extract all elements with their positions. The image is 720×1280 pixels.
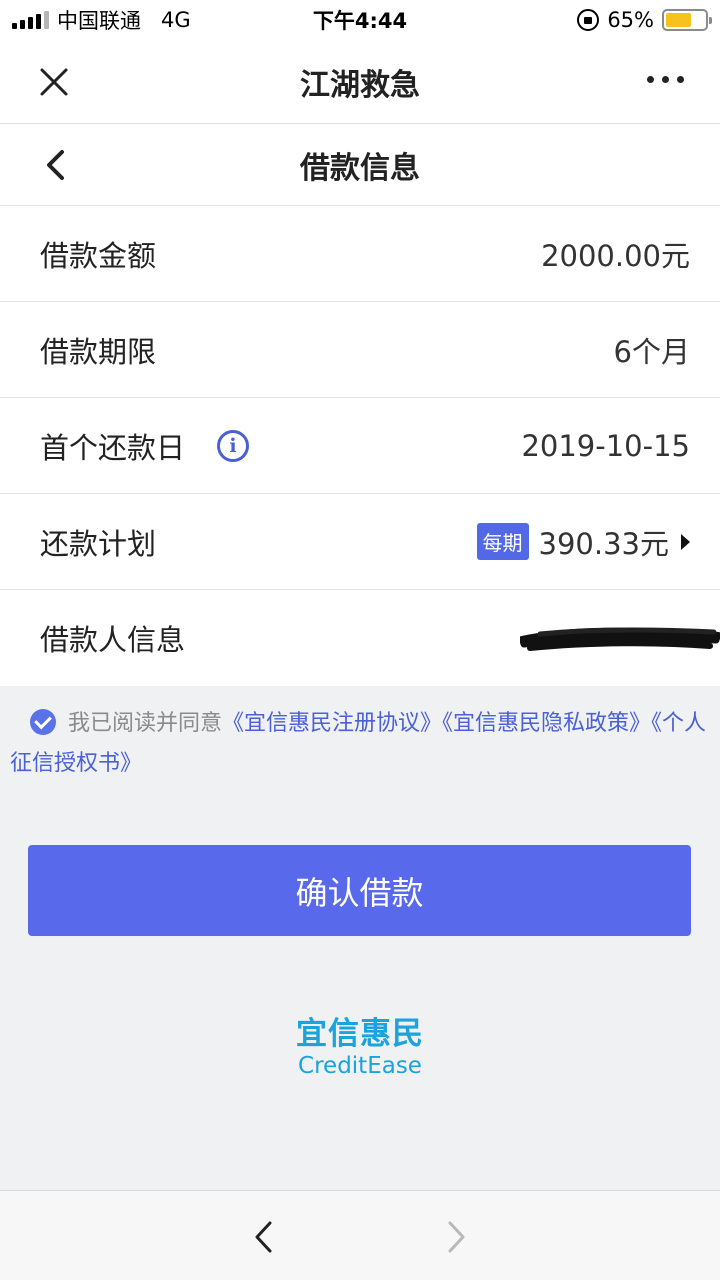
- agreement-text: 我已阅读并同意《宜信惠民注册协议》《宜信惠民隐私政策》《个人征信授权书》: [10, 704, 710, 784]
- info-icon[interactable]: i: [217, 429, 250, 462]
- repayment-plan-label: 还款计划: [40, 526, 157, 561]
- status-bar: 中国联通 4G 下午4:44 65%: [0, 0, 720, 40]
- repayment-plan-row[interactable]: 还款计划 每期 390.33元: [0, 494, 720, 590]
- loan-amount-row: 借款金额 2000.00元: [0, 206, 720, 302]
- status-right: 65%: [577, 0, 712, 40]
- nav-forward-icon[interactable]: [444, 1219, 468, 1255]
- page-header: 借款信息: [0, 124, 720, 206]
- more-icon[interactable]: [647, 76, 684, 83]
- confirm-loan-button[interactable]: 确认借款: [28, 845, 691, 936]
- loan-amount-value: 2000.00元: [541, 238, 690, 273]
- app-header: 江湖救急: [0, 40, 720, 124]
- close-icon[interactable]: [38, 66, 70, 98]
- back-icon[interactable]: [42, 146, 70, 184]
- registration-agreement-link[interactable]: 《宜信惠民注册协议》: [222, 711, 442, 736]
- first-due-value: 2019-10-15: [521, 428, 690, 463]
- borrower-info-row: 借款人信息: [0, 590, 720, 686]
- nav-back-icon[interactable]: [252, 1219, 276, 1255]
- borrower-info-label: 借款人信息: [40, 623, 186, 657]
- battery-fill: [666, 13, 691, 27]
- loan-amount-label: 借款金额: [40, 238, 157, 273]
- first-due-label-group: 首个还款日 i: [40, 425, 250, 467]
- network-type: 4G: [161, 8, 191, 32]
- loan-info-list: 借款金额 2000.00元 借款期限 6个月 首个还款日 i 2019-10-1…: [0, 206, 720, 686]
- first-due-row: 首个还款日 i 2019-10-15: [0, 398, 720, 494]
- check-icon[interactable]: [30, 709, 56, 735]
- repayment-plan-value-group: 每期 390.33元: [476, 521, 690, 563]
- repayment-plan-value: 390.33元: [538, 526, 669, 561]
- agreement-prefix: 我已阅读并同意: [68, 711, 223, 736]
- rotation-lock-icon: [577, 9, 600, 31]
- signal-icon: [12, 11, 49, 29]
- brand-name-en: CreditEase: [298, 1053, 422, 1079]
- privacy-policy-link[interactable]: 《宜信惠民隐私政策》: [442, 711, 651, 736]
- page-title: 借款信息: [300, 150, 420, 186]
- brand-logo: 宜信惠民 CreditEase: [0, 1008, 720, 1079]
- loan-term-row: 借款期限 6个月: [0, 302, 720, 398]
- loan-term-value: 6个月: [613, 334, 690, 369]
- redaction-scribble: [520, 627, 720, 651]
- per-period-badge: 每期: [476, 523, 529, 560]
- first-due-label: 首个还款日: [40, 430, 186, 465]
- app-title: 江湖救急: [300, 67, 420, 103]
- battery-icon: [662, 9, 712, 31]
- battery-percent: 65%: [607, 8, 654, 32]
- loan-term-label: 借款期限: [40, 334, 157, 369]
- carrier-name: 中国联通: [57, 9, 141, 33]
- browser-nav-bar: [0, 1190, 720, 1280]
- caret-right-icon: [681, 533, 690, 550]
- brand-name-cn: 宜信惠民: [296, 1016, 424, 1052]
